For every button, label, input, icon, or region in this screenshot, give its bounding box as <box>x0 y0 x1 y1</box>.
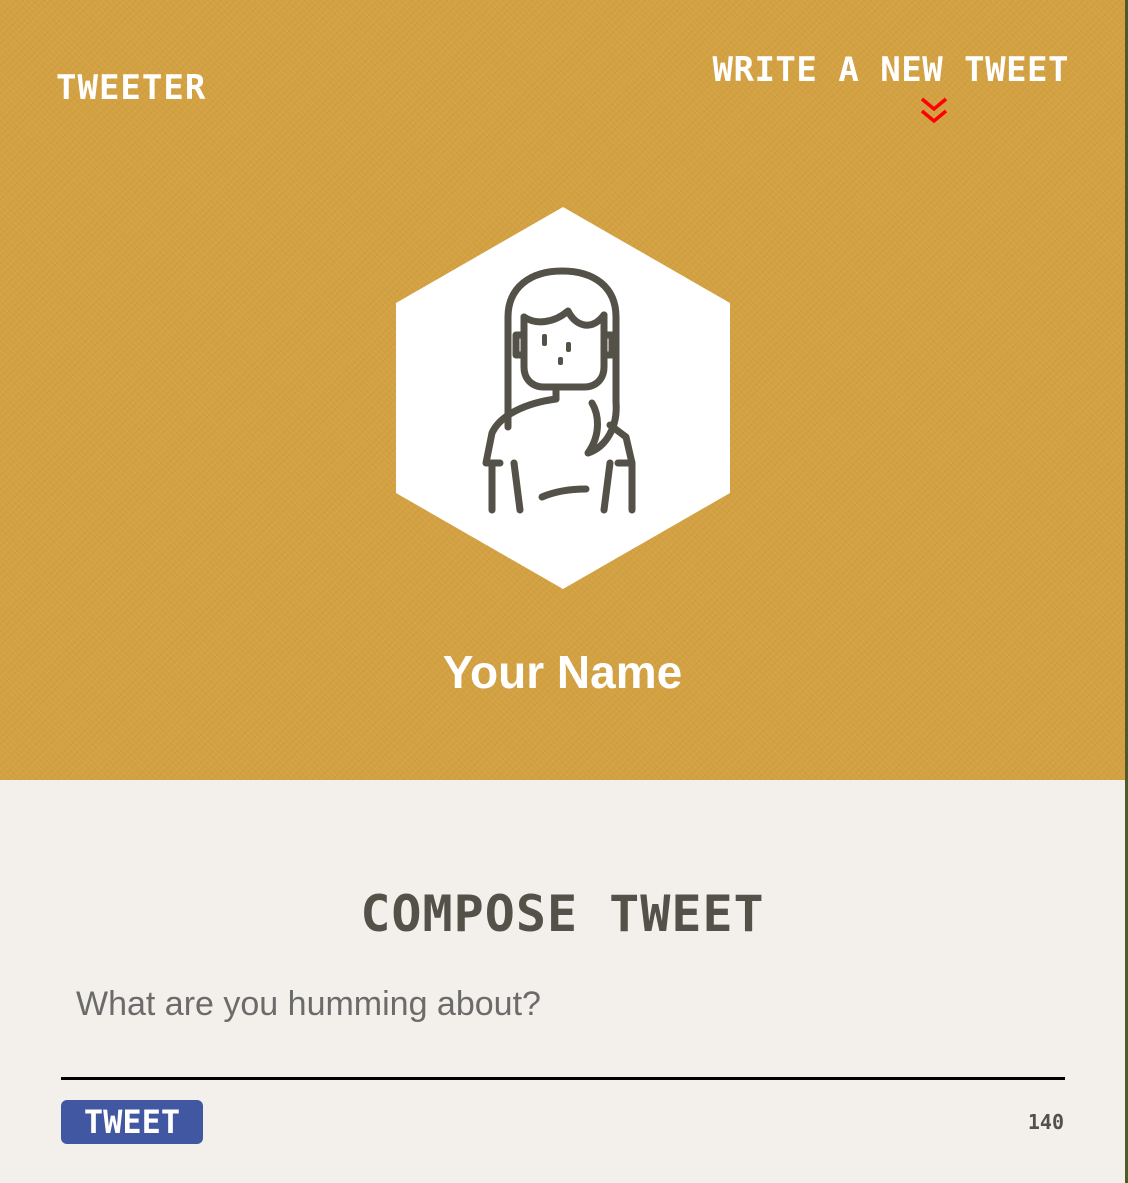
tweet-submit-button[interactable]: TWEET <box>61 1100 203 1144</box>
compose-title: COMPOSE TWEET <box>360 885 765 943</box>
character-counter: 140 <box>1027 1110 1064 1134</box>
double-chevron-down-icon[interactable] <box>919 96 949 128</box>
user-avatar-icon <box>396 207 730 589</box>
write-new-tweet-label[interactable]: WRITE A NEW TWEET <box>689 50 1069 90</box>
tweet-text-input[interactable] <box>61 975 1065 1080</box>
compose-section: COMPOSE TWEET TWEET 140 <box>0 780 1125 1183</box>
brand-logo[interactable]: TWEETER <box>56 68 206 108</box>
profile-name: Your Name <box>442 646 683 698</box>
page: TWEETER WRITE A NEW TWEET Your Name COMP… <box>0 0 1125 1183</box>
write-new-tweet-link[interactable]: WRITE A NEW TWEET <box>689 50 1069 124</box>
avatar <box>396 207 730 589</box>
profile-header: TWEETER WRITE A NEW TWEET Your Name <box>0 0 1125 780</box>
